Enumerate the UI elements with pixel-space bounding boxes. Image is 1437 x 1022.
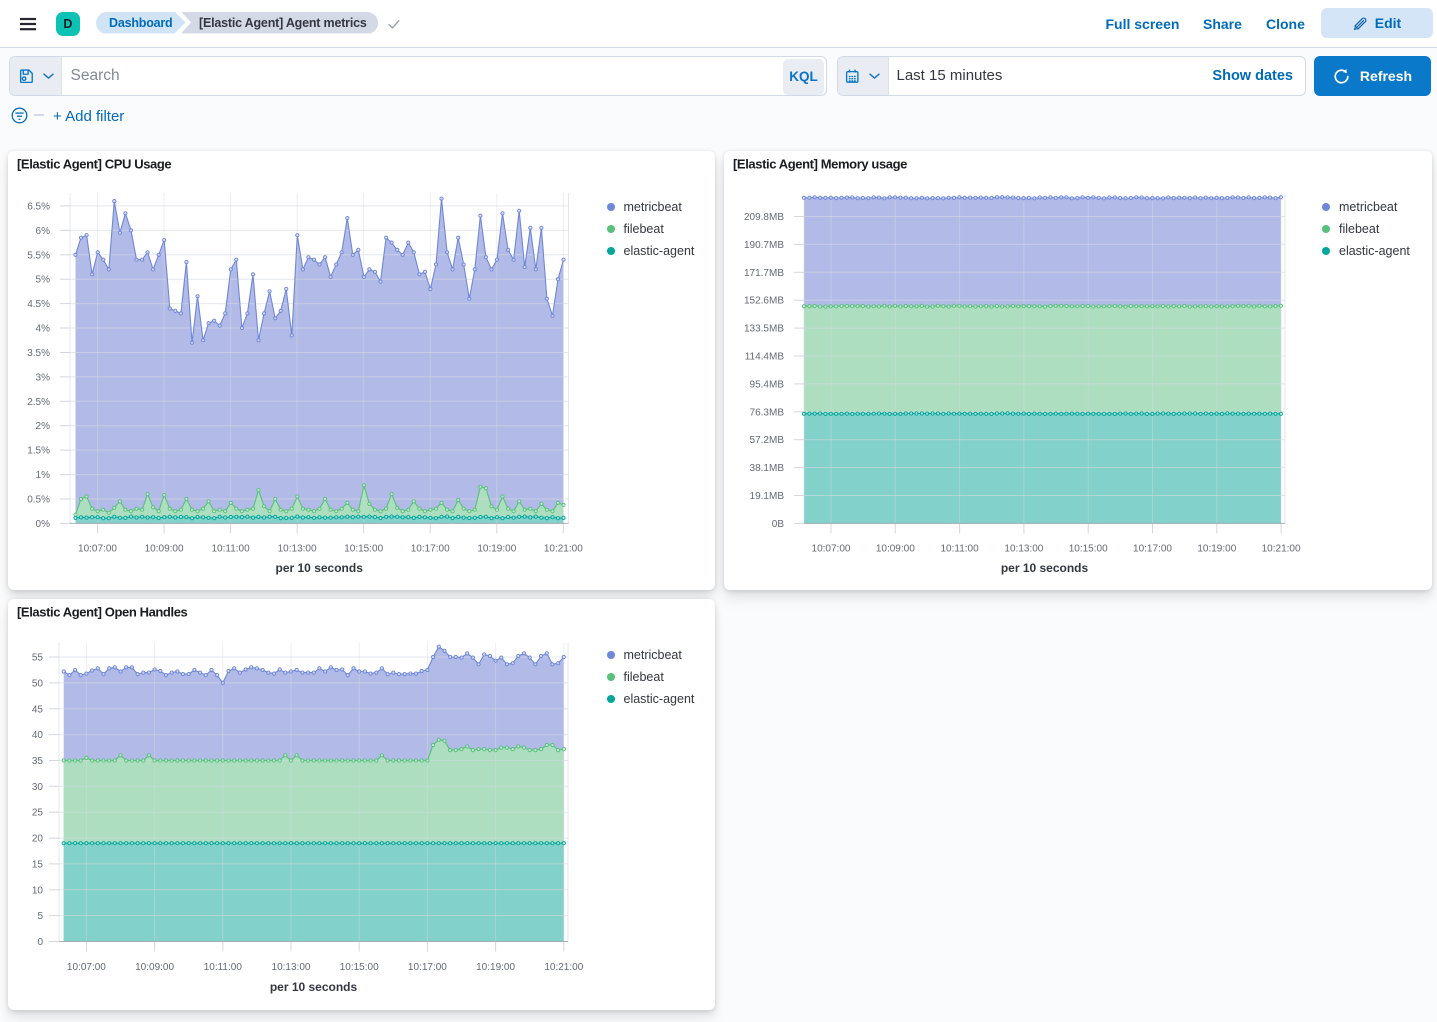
svg-text:25: 25 [32,808,44,819]
svg-text:metricbeat: metricbeat [624,648,683,662]
svg-text:10:19:00: 10:19:00 [1197,544,1236,555]
svg-text:40: 40 [32,730,44,741]
svg-text:10:11:00: 10:11:00 [212,544,251,555]
svg-text:133.5MB: 133.5MB [744,324,784,335]
svg-text:10:17:00: 10:17:00 [411,544,450,555]
svg-text:10:07:00: 10:07:00 [78,544,117,555]
svg-text:metricbeat: metricbeat [624,200,683,214]
svg-text:5%: 5% [36,275,51,286]
svg-text:[Elastic Agent] Memory usage: [Elastic Agent] Memory usage [733,157,907,172]
svg-text:0: 0 [37,937,43,948]
svg-text:10:19:00: 10:19:00 [476,962,515,973]
svg-text:per 10 seconds: per 10 seconds [270,980,358,994]
svg-text:per 10 seconds: per 10 seconds [276,561,364,575]
svg-text:76.3MB: 76.3MB [750,407,785,418]
svg-text:10:13:00: 10:13:00 [1004,544,1043,555]
svg-text:152.6MB: 152.6MB [744,296,784,307]
svg-text:per 10 seconds: per 10 seconds [1001,561,1089,575]
svg-text:10:09:00: 10:09:00 [135,962,174,973]
svg-text:10:19:00: 10:19:00 [477,544,516,555]
svg-text:[Elastic Agent] Open Handles: [Elastic Agent] Open Handles [17,605,188,620]
svg-text:10:13:00: 10:13:00 [272,962,311,973]
svg-text:elastic-agent: elastic-agent [624,244,695,258]
svg-text:114.4MB: 114.4MB [745,352,785,363]
svg-text:95.4MB: 95.4MB [750,379,785,390]
svg-text:3%: 3% [36,372,51,383]
svg-text:3.5%: 3.5% [27,348,50,359]
svg-text:2.5%: 2.5% [27,397,50,408]
svg-text:4.5%: 4.5% [27,299,50,310]
svg-text:10:15:00: 10:15:00 [344,544,383,555]
svg-text:10:15:00: 10:15:00 [1069,544,1108,555]
svg-text:metricbeat: metricbeat [1339,200,1398,214]
svg-text:10:11:00: 10:11:00 [204,962,243,973]
svg-text:20: 20 [32,834,44,845]
svg-text:10:21:00: 10:21:00 [544,962,583,973]
svg-text:6%: 6% [36,226,51,237]
svg-text:6.5%: 6.5% [27,201,50,212]
svg-text:35: 35 [32,756,44,767]
svg-text:10:09:00: 10:09:00 [145,544,184,555]
svg-text:elastic-agent: elastic-agent [624,692,695,706]
svg-text:10:07:00: 10:07:00 [67,962,106,973]
svg-text:2%: 2% [36,421,51,432]
svg-text:15: 15 [32,859,44,870]
svg-text:filebeat: filebeat [1339,222,1380,236]
svg-text:1%: 1% [36,470,51,481]
svg-text:10:21:00: 10:21:00 [1262,544,1301,555]
svg-text:10:09:00: 10:09:00 [876,544,915,555]
svg-text:0%: 0% [36,519,51,530]
svg-text:10:07:00: 10:07:00 [812,544,851,555]
svg-text:10:13:00: 10:13:00 [278,544,317,555]
svg-text:filebeat: filebeat [624,670,665,684]
svg-text:10:15:00: 10:15:00 [340,962,379,973]
svg-text:5: 5 [37,911,43,922]
svg-text:57.2MB: 57.2MB [750,435,785,446]
svg-text:10: 10 [32,885,44,896]
svg-text:10:21:00: 10:21:00 [544,544,583,555]
svg-text:209.8MB: 209.8MB [744,212,784,223]
svg-text:5.5%: 5.5% [27,250,50,261]
svg-text:45: 45 [32,704,44,715]
svg-text:0B: 0B [772,519,785,530]
svg-text:10:11:00: 10:11:00 [941,544,980,555]
svg-text:10:17:00: 10:17:00 [1133,544,1172,555]
svg-text:4%: 4% [36,324,51,335]
svg-text:55: 55 [32,653,44,664]
svg-text:[Elastic Agent] CPU Usage: [Elastic Agent] CPU Usage [17,157,171,172]
svg-text:38.1MB: 38.1MB [750,463,785,474]
svg-text:elastic-agent: elastic-agent [1339,244,1410,258]
svg-text:1.5%: 1.5% [27,446,50,457]
svg-text:19.1MB: 19.1MB [750,491,785,502]
svg-text:190.7MB: 190.7MB [744,240,784,251]
svg-text:30: 30 [32,782,44,793]
svg-text:50: 50 [32,678,44,689]
svg-text:0.5%: 0.5% [27,495,50,506]
svg-text:171.7MB: 171.7MB [744,268,784,279]
svg-text:filebeat: filebeat [624,222,665,236]
svg-text:10:17:00: 10:17:00 [408,962,447,973]
